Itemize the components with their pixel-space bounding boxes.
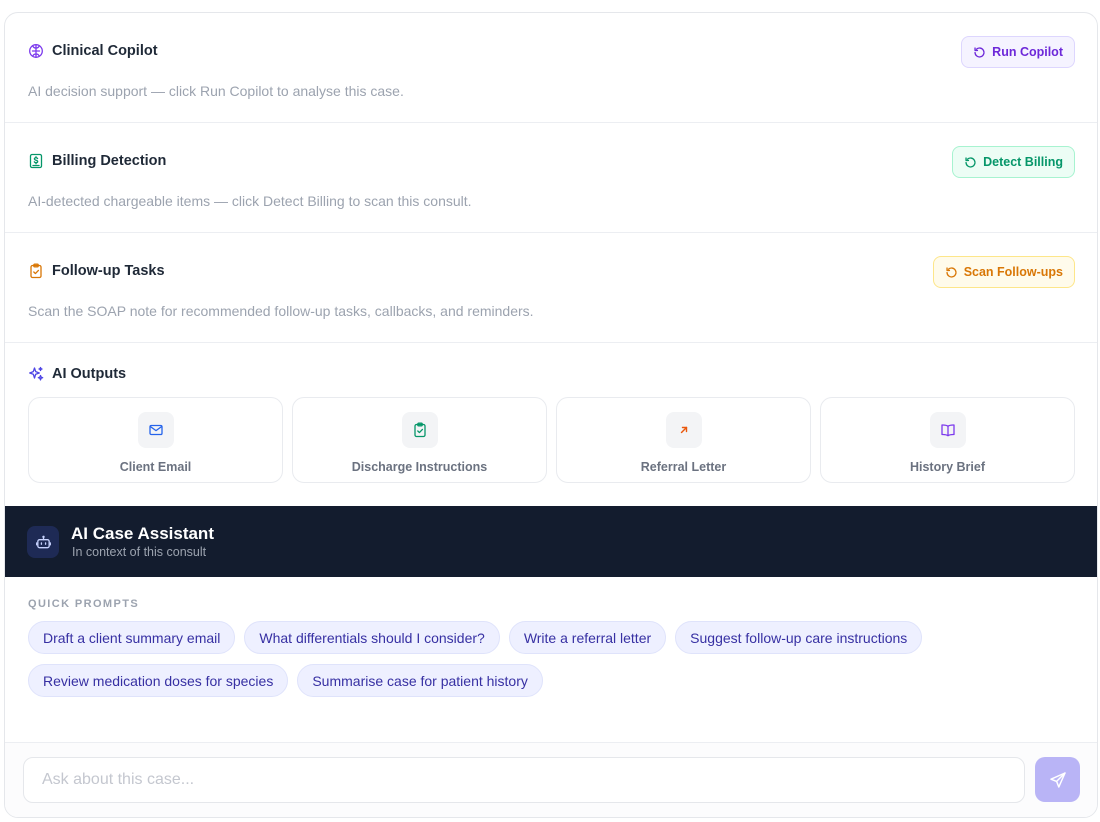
- scan-follow-ups-label: Scan Follow-ups: [963, 265, 1063, 279]
- clipboard-check-icon: [401, 412, 438, 448]
- receipt-dollar-icon: [28, 153, 44, 169]
- clinical-copilot-section: Clinical Copilot Run Copilot AI decision…: [5, 13, 1097, 123]
- brain-icon: [28, 43, 44, 59]
- send-button[interactable]: [1035, 757, 1080, 802]
- ai-case-assistant-subtitle: In context of this consult: [72, 545, 207, 559]
- ai-case-assistant-title: AI Case Assistant: [71, 524, 214, 543]
- chat-composer: [5, 742, 1097, 817]
- bot-icon: [27, 526, 59, 558]
- referral-letter-label: Referral Letter: [640, 460, 727, 474]
- arrow-up-right-icon: [665, 412, 702, 448]
- clinical-copilot-description: AI decision support — click Run Copilot …: [28, 83, 404, 99]
- discharge-instructions-label: Discharge Instructions: [351, 460, 488, 474]
- refresh-icon: [945, 266, 958, 279]
- ai-outputs-title: AI Outputs: [52, 366, 127, 382]
- quick-prompts-row: Review medication doses for species Summ…: [28, 664, 543, 697]
- billing-detection-description: AI-detected chargeable items — click Det…: [28, 193, 472, 209]
- send-icon: [1049, 771, 1067, 789]
- discharge-instructions-card[interactable]: Discharge Instructions: [292, 397, 547, 483]
- quick-prompt-chip[interactable]: What differentials should I consider?: [244, 621, 500, 654]
- refresh-icon: [964, 156, 977, 169]
- ask-case-input[interactable]: [23, 757, 1025, 803]
- run-copilot-label: Run Copilot: [992, 45, 1063, 59]
- quick-prompt-chip[interactable]: Draft a client summary email: [28, 621, 236, 654]
- client-email-label: Client Email: [119, 460, 192, 474]
- run-copilot-button[interactable]: Run Copilot: [961, 36, 1075, 68]
- quick-prompts-row: Draft a client summary email What differ…: [28, 621, 923, 654]
- mail-icon: [137, 412, 174, 448]
- detect-billing-label: Detect Billing: [983, 155, 1063, 169]
- ai-outputs-section: AI Outputs Client Email Discharge Instru…: [5, 343, 1097, 506]
- sparkles-icon: [28, 366, 44, 382]
- ai-panel: Clinical Copilot Run Copilot AI decision…: [4, 12, 1098, 818]
- follow-up-tasks-title: Follow-up Tasks: [52, 263, 165, 279]
- billing-detection-section: Billing Detection Detect Billing AI-dete…: [5, 123, 1097, 233]
- billing-detection-title: Billing Detection: [52, 153, 167, 169]
- quick-prompt-chip[interactable]: Write a referral letter: [508, 621, 667, 654]
- scan-follow-ups-button[interactable]: Scan Follow-ups: [932, 256, 1075, 288]
- detect-billing-button[interactable]: Detect Billing: [952, 146, 1075, 178]
- book-open-icon: [929, 412, 966, 448]
- follow-up-tasks-section: Follow-up Tasks Scan Follow-ups Scan the…: [5, 233, 1097, 343]
- quick-prompts-label: QUICK PROMPTS: [28, 598, 140, 610]
- client-email-card[interactable]: Client Email: [28, 397, 283, 483]
- refresh-icon: [973, 46, 986, 59]
- quick-prompt-chip[interactable]: Suggest follow-up care instructions: [675, 621, 923, 654]
- clinical-copilot-title: Clinical Copilot: [52, 43, 158, 59]
- history-brief-card[interactable]: History Brief: [820, 397, 1075, 483]
- ai-case-assistant-header: AI Case Assistant In context of this con…: [5, 506, 1097, 577]
- quick-prompt-chip[interactable]: Summarise case for patient history: [297, 664, 543, 697]
- ai-outputs-cards: Client Email Discharge Instructions Refe…: [28, 397, 1075, 483]
- clipboard-check-icon: [28, 263, 44, 279]
- quick-prompt-chip[interactable]: Review medication doses for species: [28, 664, 289, 697]
- history-brief-label: History Brief: [909, 460, 986, 474]
- follow-up-tasks-description: Scan the SOAP note for recommended follo…: [28, 303, 534, 319]
- referral-letter-card[interactable]: Referral Letter: [556, 397, 811, 483]
